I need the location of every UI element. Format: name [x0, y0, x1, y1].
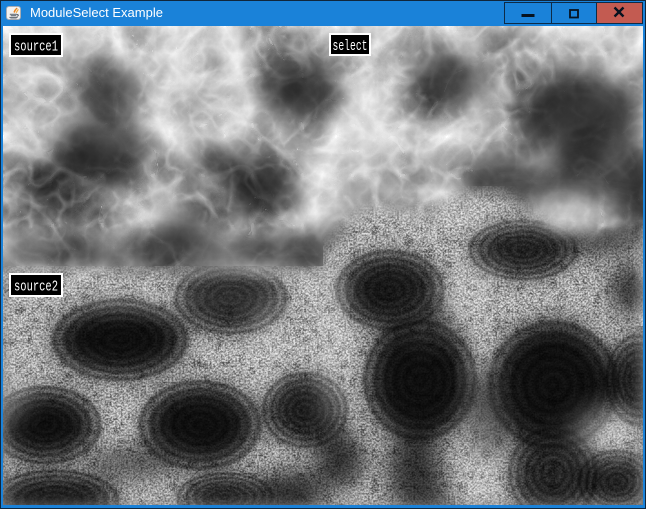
svg-text:source1: source1 [14, 39, 58, 56]
svg-text:select: select [333, 38, 368, 54]
svg-text:source2: source2 [14, 279, 58, 296]
